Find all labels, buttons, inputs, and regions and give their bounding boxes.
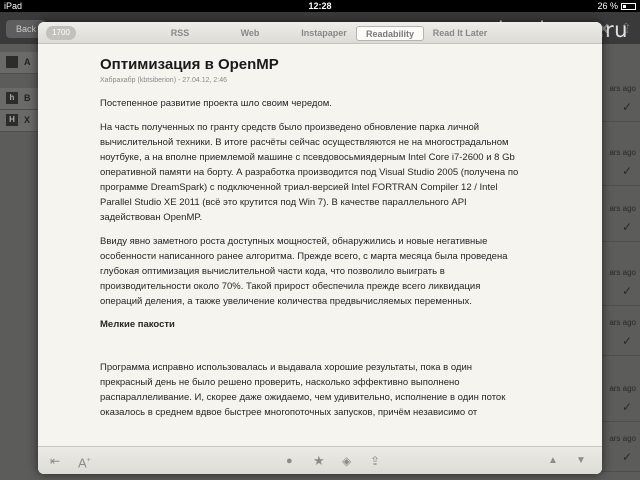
check-icon: ✓: [621, 284, 632, 298]
article-title: Оптимизация в OpenMP: [100, 56, 279, 73]
feed-icon: h: [6, 92, 18, 104]
share-arrow-icon[interactable]: ⇪: [370, 454, 380, 468]
time-ago-label: ars ago: [609, 148, 636, 157]
tag-icon[interactable]: ◈: [342, 454, 351, 468]
font-size-icon[interactable]: A+: [78, 454, 91, 470]
background-list-label: X: [24, 115, 31, 125]
source-tab-bar: 1700 RSS Web Instapaper Readability Read…: [38, 22, 602, 44]
tab-instapaper[interactable]: Instapaper: [292, 26, 356, 41]
article-content: Оптимизация в OpenMP Хабрахабр (kbtsiber…: [100, 56, 520, 442]
status-bar: iPad 12:28 26 %: [0, 0, 640, 12]
background-list-item: A: [0, 52, 38, 74]
mark-read-dot-icon[interactable]: ●: [286, 454, 293, 468]
time-ago-label: ars ago: [609, 84, 636, 93]
battery-percent: 26 %: [597, 1, 618, 11]
check-icon: ✓: [621, 220, 632, 234]
unread-count-badge: 1700: [46, 26, 76, 40]
article-toolbar: ⇤ A+ ● ★ ◈ ⇪ ▲ ▼: [38, 446, 602, 474]
background-article-row: ars ago ✓: [602, 142, 640, 186]
background-article-row: ars ago ✓: [602, 262, 640, 306]
check-icon: ✓: [621, 400, 632, 414]
star-icon[interactable]: ★: [313, 454, 325, 468]
article-meta: Хабрахабр (kbtsiberion) - 27.04.12, 2:46: [100, 77, 228, 84]
check-icon: ✓: [621, 334, 632, 348]
time-ago-label: ars ago: [609, 204, 636, 213]
background-article-row: ars ago ✓: [602, 78, 640, 122]
battery-icon: [621, 3, 636, 10]
time-ago-label: ars ago: [609, 318, 636, 327]
tab-readability[interactable]: Readability: [356, 26, 424, 41]
background-list-label: B: [24, 93, 31, 103]
time-ago-label: ars ago: [609, 384, 636, 393]
folder-icon: [6, 56, 18, 68]
background-article-row: ars ago ✓: [602, 312, 640, 356]
next-article-icon[interactable]: ▼: [576, 454, 586, 468]
article-modal: 1700 RSS Web Instapaper Readability Read…: [38, 22, 602, 474]
check-icon: ✓: [621, 450, 632, 464]
article-paragraph: Программа исправно использовалась и выда…: [100, 362, 506, 418]
background-article-row: ars ago ✓: [602, 428, 640, 472]
tab-web[interactable]: Web: [232, 26, 268, 41]
background-article-row: ars ago ✓: [602, 198, 640, 242]
check-icon: ✓: [621, 164, 632, 178]
collapse-arrow-icon[interactable]: ⇤: [50, 454, 60, 468]
status-time: 12:28: [308, 1, 332, 11]
feed-icon: H: [6, 114, 18, 126]
article-paragraph: Постепенное развитие проекта шло своим ч…: [100, 98, 332, 109]
article-subheading: Мелкие пакости: [100, 319, 175, 330]
background-list-label: A: [24, 57, 31, 67]
background-article-row: ars ago ✓: [602, 378, 640, 422]
tab-read-it-later[interactable]: Read It Later: [428, 26, 492, 41]
tab-rss[interactable]: RSS: [162, 26, 198, 41]
time-ago-label: ars ago: [609, 268, 636, 277]
background-list-item: H X: [0, 110, 38, 132]
time-ago-label: ars ago: [609, 434, 636, 443]
article-paragraph: На часть полученных по гранту средств бы…: [100, 122, 519, 223]
font-size-label: A: [78, 455, 87, 471]
previous-article-icon[interactable]: ▲: [548, 454, 558, 468]
check-icon: ✓: [621, 100, 632, 114]
article-paragraph: Ввиду явно заметного роста доступных мощ…: [100, 236, 508, 307]
background-list-item: h B: [0, 88, 38, 110]
